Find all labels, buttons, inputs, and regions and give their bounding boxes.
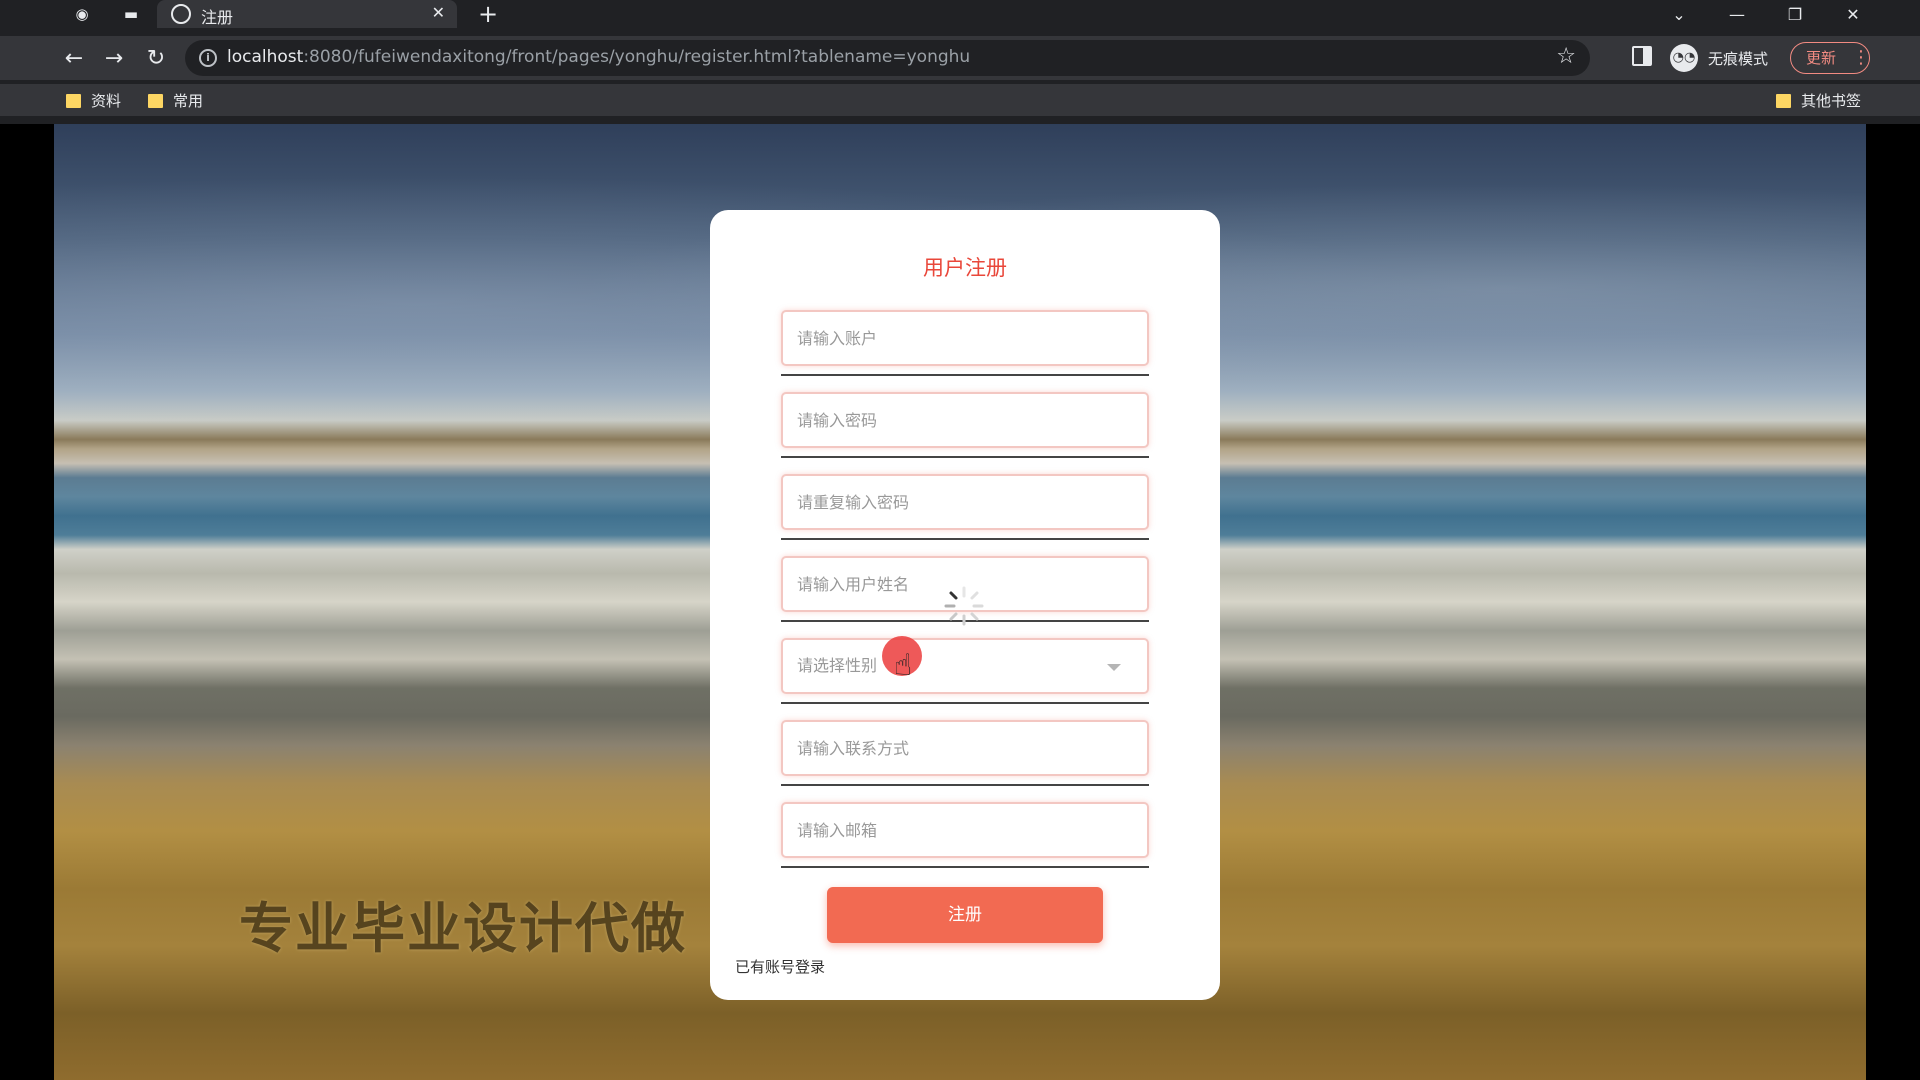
folder-icon [148,93,163,108]
minimize-icon[interactable]: — [1714,0,1760,28]
gender-field-wrap: 请选择性别 [781,638,1149,704]
reload-icon[interactable]: ↻ [140,42,172,74]
repeat-password-input[interactable] [781,474,1149,530]
browser-chrome: ◉ ▬ 注册 ✕ + ⌄ — ❐ ✕ ← → ↻ i localhost:808… [0,0,1920,124]
incognito-label: 无痕模式 [1708,49,1769,68]
globe-icon [171,4,191,24]
restore-icon[interactable]: ❐ [1772,0,1818,28]
back-icon[interactable]: ← [58,42,90,74]
register-button[interactable]: 注册 [827,887,1103,943]
email-field-wrap [781,802,1149,868]
password-field-wrap [781,392,1149,458]
contact-input[interactable] [781,720,1149,776]
side-panel-icon[interactable] [1632,46,1652,66]
chrome-icon[interactable]: ◉ [71,3,93,25]
folder-icon [66,93,81,108]
repeat-password-field-wrap [781,474,1149,540]
account-field-wrap [781,310,1149,376]
incognito-icon: ◔◔ [1670,44,1698,72]
loading-spinner-icon [944,586,984,626]
star-icon[interactable]: ☆ [1556,44,1576,69]
close-icon[interactable]: ✕ [432,3,445,22]
address-bar[interactable]: i localhost:8080/fufeiwendaxitong/front/… [185,40,1590,76]
tab-register[interactable]: 注册 ✕ [157,0,457,28]
tab-title: 注册 [201,8,234,27]
contact-field-wrap [781,720,1149,786]
gender-select[interactable]: 请选择性别 [781,638,1149,694]
hand-cursor-icon: ☝ [894,648,913,683]
tab-strip: ◉ ▬ 注册 ✕ + ⌄ — ❐ ✕ [0,0,1920,28]
incognito-badge[interactable]: ◔◔ 无痕模式 [1670,42,1768,74]
password-input[interactable] [781,392,1149,448]
forward-icon[interactable]: → [98,42,130,74]
browser-toolbar: ← → ↻ i localhost:8080/fufeiwendaxitong/… [0,36,1920,80]
tab-search-icon[interactable]: ▬ [120,3,142,25]
form-title: 用户注册 [923,256,1007,280]
email-input[interactable] [781,802,1149,858]
folder-icon [1776,93,1791,108]
menu-icon[interactable]: ⋮ [1852,42,1870,74]
account-input[interactable] [781,310,1149,366]
page-viewport: 专业毕业设计代做 用户注册 请选择性别 注册 已有账号登录 [54,124,1866,1080]
login-link[interactable]: 已有账号登录 [735,956,825,977]
info-icon[interactable]: i [199,49,217,67]
bookmark-folder-ziliao[interactable]: 资料 [66,90,121,111]
window-close-icon[interactable]: ✕ [1830,0,1876,28]
other-bookmarks[interactable]: 其他书签 [1776,90,1861,111]
gender-select-placeholder: 请选择性别 [797,656,878,675]
chevron-down-icon[interactable]: ⌄ [1656,0,1702,28]
url-text: localhost:8080/fufeiwendaxitong/front/pa… [227,47,971,67]
watermark-text: 专业毕业设计代做 [239,897,687,960]
chevron-down-icon [1107,664,1121,671]
bookmark-folder-changyong[interactable]: 常用 [148,90,203,111]
new-tab-icon[interactable]: + [478,0,498,28]
bookmarks-bar: 资料 常用 其他书签 [0,84,1920,116]
